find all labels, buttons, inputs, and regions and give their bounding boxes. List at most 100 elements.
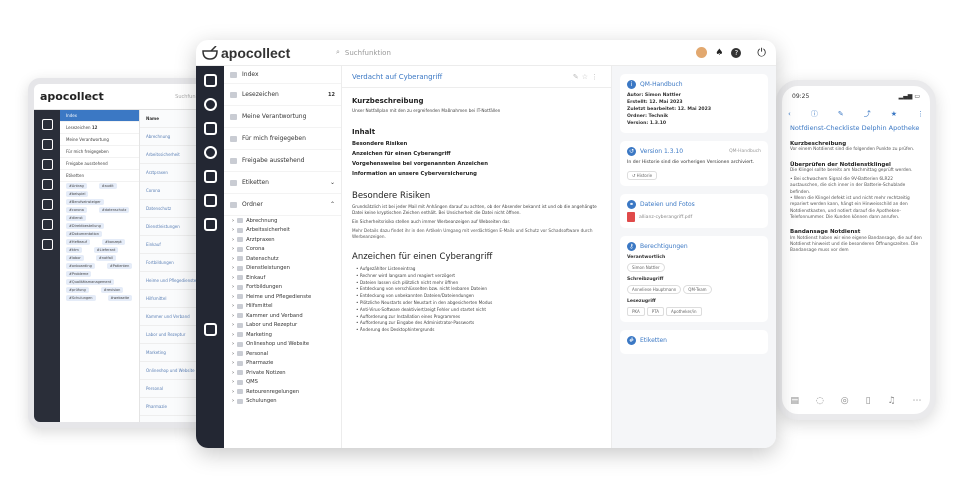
history-button[interactable]: ↺ Historie <box>627 171 658 180</box>
folder-item[interactable]: › Corona <box>224 245 341 255</box>
folder-item[interactable]: › Onlineshop und Website <box>224 340 341 350</box>
read-chip[interactable]: PKA <box>627 307 645 316</box>
grid-icon[interactable] <box>203 323 217 336</box>
doc-icon[interactable]: ▤ <box>790 396 799 406</box>
menu-icon[interactable] <box>41 119 53 130</box>
folder-item[interactable]: › Einkauf <box>224 273 341 283</box>
read-chip[interactable]: Apotheker/in <box>665 307 702 316</box>
folder-item[interactable]: › Fortbildungen <box>224 283 341 293</box>
tag-chip[interactable]: #Qualitätsmanagement <box>66 279 115 285</box>
tag-chip[interactable]: #Dokumentation <box>66 231 102 237</box>
folder-item[interactable]: › Datenschutz <box>224 254 341 264</box>
tablet-nav-verantwortung[interactable]: Meine Verantwortung <box>60 134 139 146</box>
sidebar-item-lesezeichen[interactable]: Lesezeichen 12 <box>224 84 341 106</box>
sidebar-item-ausstehend[interactable]: Freigabe ausstehend <box>224 150 341 172</box>
tag-chip[interactable]: #beispiel <box>66 191 89 197</box>
brand[interactable]: apocollect <box>196 45 314 61</box>
check-icon[interactable] <box>203 146 217 159</box>
tag-chip[interactable]: #webseite <box>107 295 133 301</box>
responsible-chip[interactable]: Simon Nattler <box>627 263 665 272</box>
risiken-text-3[interactable]: Mehr Details dazu findet ihr in den Arti… <box>352 228 601 240</box>
tag-chip[interactable]: #Direktbestellung <box>66 223 104 229</box>
folder-item[interactable]: › Private Notizen <box>224 368 341 378</box>
tag-chip[interactable]: #Probleme <box>66 271 92 277</box>
tag-chip[interactable]: #Schulungen <box>66 295 96 301</box>
folder-item[interactable]: › Arztpraxen <box>224 235 341 245</box>
tag-chip[interactable]: #audit <box>98 183 117 189</box>
tag-chip[interactable]: #onboarding <box>66 263 95 269</box>
sidebar-item-freigegeben[interactable]: Für mich freigegeben <box>224 128 341 150</box>
tablet-nav-lesezeichen[interactable]: Lesezeichen 12 <box>60 122 139 134</box>
document-actions[interactable]: ✎☆⋮ <box>573 73 601 81</box>
tag-chip[interactable]: #Antrag <box>66 183 87 189</box>
folder-item[interactable]: › QMS <box>224 378 341 388</box>
tag-chip[interactable]: #prüfung <box>66 287 89 293</box>
tag-chip[interactable]: #Lieferant <box>93 247 119 253</box>
tag-chip[interactable]: #Hefteauf <box>66 239 91 245</box>
book-icon[interactable] <box>203 122 217 135</box>
book-icon[interactable] <box>41 159 53 170</box>
help-icon[interactable]: ? <box>731 47 742 58</box>
sidebar-item-index[interactable]: Index <box>224 66 341 84</box>
check-icon[interactable]: ◎ <box>841 396 849 406</box>
tag-chip[interactable]: #corona <box>66 207 87 213</box>
avatar[interactable] <box>696 47 708 58</box>
folder-item[interactable]: › Kammer und Verband <box>224 311 341 321</box>
more-icon[interactable]: ⋯ <box>913 396 922 406</box>
user-card-icon[interactable] <box>203 218 217 231</box>
share-icon[interactable]: ⤴ <box>864 109 871 119</box>
sidebar-item-etiketten[interactable]: Etiketten ⌄ <box>224 172 341 194</box>
tablet-nav-index[interactable]: Index <box>60 110 139 122</box>
back-icon[interactable]: ‹ <box>788 110 791 118</box>
toc-link[interactable]: Anzeichen für einen Cyberangriff <box>352 149 601 159</box>
more-icon[interactable]: ⋮ <box>917 110 924 118</box>
folder-item[interactable]: › Marketing <box>224 330 341 340</box>
write-chip[interactable]: QM-Team <box>683 285 712 294</box>
chat-icon[interactable]: ◌ <box>816 396 824 406</box>
tag-chip[interactable]: #datenschutz <box>98 207 130 213</box>
folder-item[interactable]: › Personal <box>224 349 341 359</box>
edit-icon[interactable]: ✎ <box>838 110 844 118</box>
folder-item[interactable]: › Arbeitssicherheit <box>224 226 341 236</box>
check-icon[interactable] <box>41 179 53 190</box>
toc-link[interactable]: Information an unsere Cyberversicherung <box>352 169 601 179</box>
toc-link[interactable]: Besondere Risiken <box>352 139 601 149</box>
index-icon[interactable] <box>203 74 217 87</box>
sidebar-item-verantwortung[interactable]: Meine Verantwortung <box>224 106 341 128</box>
folder-item[interactable]: › Labor und Rezeptur <box>224 321 341 331</box>
tablet-nav-etiketten[interactable]: Etiketten <box>60 170 139 182</box>
chat-icon[interactable] <box>203 98 217 111</box>
file-item[interactable]: allianz-cyberangriff.pdf <box>627 212 761 222</box>
tablet-nav-freigegeben[interactable]: Für mich freigegeben <box>60 146 139 158</box>
calendar-icon[interactable] <box>203 170 217 183</box>
tag-chip[interactable]: #Patienten <box>106 263 133 269</box>
folder-item[interactable]: › Abrechnung <box>224 216 341 226</box>
book-icon[interactable]: ▯ <box>866 396 871 406</box>
folder-item[interactable]: › Schulungen <box>224 397 341 407</box>
tag-chip[interactable]: #notfall <box>95 255 116 261</box>
clock-icon[interactable] <box>41 219 53 230</box>
calendar-icon[interactable] <box>41 199 53 210</box>
tag-chip[interactable]: #ktm <box>66 247 82 253</box>
bell-icon[interactable]: ♠ <box>715 48 723 58</box>
clock-icon[interactable] <box>203 194 217 207</box>
folder-item[interactable]: › Hilfsmittel <box>224 302 341 312</box>
tag-chip[interactable]: #Berufseinsteiger <box>66 199 104 205</box>
folder-item[interactable]: › Heime und Pflegedienste <box>224 292 341 302</box>
folder-item[interactable]: › Dienstleistungen <box>224 264 341 274</box>
star-icon[interactable]: ★ <box>891 110 897 118</box>
chat-icon[interactable] <box>41 139 53 150</box>
tag-chip[interactable]: #revision <box>100 287 124 293</box>
toc-link[interactable]: Vorgehensweise bei vorgenannten Anzeiche… <box>352 159 601 169</box>
tag-chip[interactable]: #konzept <box>102 239 125 245</box>
folder-item[interactable]: › Retourenregelungen <box>224 387 341 397</box>
tag-chip[interactable]: #dienst <box>66 215 86 221</box>
tablet-nav-ausstehend[interactable]: Freigabe ausstehend <box>60 158 139 170</box>
user-icon[interactable] <box>41 239 53 250</box>
read-chip[interactable]: PTA <box>646 307 664 316</box>
tag-chip[interactable]: #labor <box>66 255 84 261</box>
bell-icon[interactable]: ♫ <box>887 396 895 406</box>
power-icon[interactable]: ⏻ <box>757 46 766 60</box>
write-chip[interactable]: Anneliese Hauptmann <box>627 285 682 294</box>
folder-item[interactable]: › Pharmazie <box>224 359 341 369</box>
